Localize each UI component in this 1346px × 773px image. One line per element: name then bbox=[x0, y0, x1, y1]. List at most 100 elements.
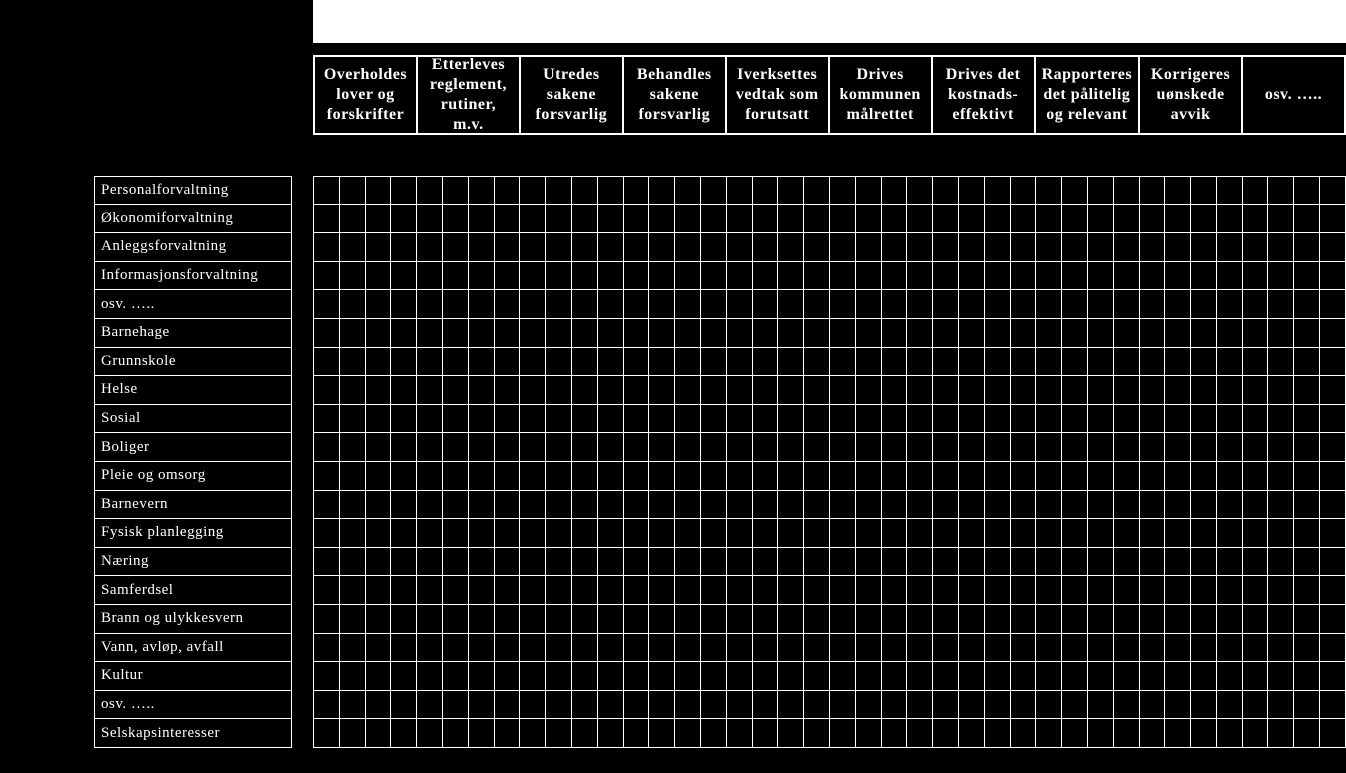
grid-cell bbox=[1036, 376, 1062, 405]
grid-cell bbox=[1140, 691, 1166, 720]
grid-cell bbox=[778, 262, 804, 291]
grid-cell bbox=[727, 376, 753, 405]
grid-cell bbox=[1088, 233, 1114, 262]
grid-cell bbox=[649, 576, 675, 605]
grid-cell bbox=[598, 376, 624, 405]
grid-cell bbox=[598, 319, 624, 348]
grid-cell bbox=[701, 348, 727, 377]
grid-cell bbox=[856, 634, 882, 663]
grid-cell bbox=[443, 290, 469, 319]
grid-cell bbox=[1243, 719, 1269, 748]
grid-cell bbox=[1036, 576, 1062, 605]
grid-cell bbox=[417, 348, 443, 377]
grid-cell bbox=[778, 290, 804, 319]
grid-cell bbox=[469, 719, 495, 748]
grid-cell bbox=[830, 491, 856, 520]
grid-cell bbox=[1268, 519, 1294, 548]
grid-cell bbox=[366, 576, 392, 605]
grid-cell bbox=[778, 662, 804, 691]
grid-cell bbox=[675, 233, 701, 262]
grid-cell bbox=[985, 519, 1011, 548]
grid-cell bbox=[727, 290, 753, 319]
grid-cell bbox=[1140, 433, 1166, 462]
grid-cell bbox=[598, 719, 624, 748]
grid-cell bbox=[598, 176, 624, 205]
grid-cell bbox=[598, 519, 624, 548]
grid-cell bbox=[778, 433, 804, 462]
grid-cell bbox=[1191, 634, 1217, 663]
grid-cell bbox=[1191, 548, 1217, 577]
grid-cell bbox=[572, 233, 598, 262]
grid-cell bbox=[753, 605, 779, 634]
grid-cell bbox=[443, 376, 469, 405]
grid-cell bbox=[624, 233, 650, 262]
grid-cell bbox=[391, 405, 417, 434]
grid-cell bbox=[624, 319, 650, 348]
grid-cell bbox=[804, 205, 830, 234]
grid-row bbox=[313, 290, 1346, 319]
grid-cell bbox=[959, 262, 985, 291]
grid-cell bbox=[313, 348, 340, 377]
grid-cell bbox=[1243, 348, 1269, 377]
grid-cell bbox=[1140, 491, 1166, 520]
grid-cell bbox=[753, 462, 779, 491]
grid-cell bbox=[1320, 605, 1346, 634]
grid-cell bbox=[907, 605, 933, 634]
grid-cell bbox=[572, 205, 598, 234]
grid-cell bbox=[624, 519, 650, 548]
grid-cell bbox=[933, 233, 959, 262]
grid-cell bbox=[443, 319, 469, 348]
grid-cell bbox=[520, 290, 546, 319]
header-strip bbox=[313, 0, 1346, 43]
grid-cell bbox=[417, 290, 443, 319]
grid-cell bbox=[572, 662, 598, 691]
grid-cell bbox=[417, 576, 443, 605]
grid-cell bbox=[340, 376, 366, 405]
grid-cell bbox=[1140, 662, 1166, 691]
row-header: Helse bbox=[94, 376, 292, 405]
grid-cell bbox=[572, 262, 598, 291]
grid-cell bbox=[1088, 319, 1114, 348]
grid-cell bbox=[1243, 376, 1269, 405]
grid-cell bbox=[701, 691, 727, 720]
grid-cell bbox=[933, 719, 959, 748]
grid-cell bbox=[778, 576, 804, 605]
grid-cell bbox=[856, 519, 882, 548]
grid-cell bbox=[391, 290, 417, 319]
grid-cell bbox=[1062, 290, 1088, 319]
grid-cell bbox=[469, 634, 495, 663]
grid-cell bbox=[882, 262, 908, 291]
grid-cell bbox=[649, 262, 675, 291]
grid-cell bbox=[1217, 176, 1243, 205]
grid-cell bbox=[1140, 405, 1166, 434]
grid-cell bbox=[727, 233, 753, 262]
grid-cell bbox=[520, 634, 546, 663]
grid-cell bbox=[882, 348, 908, 377]
grid-cell bbox=[340, 576, 366, 605]
grid-cell bbox=[520, 491, 546, 520]
grid-cell bbox=[1011, 462, 1037, 491]
grid-cell bbox=[1062, 548, 1088, 577]
row-header: Næring bbox=[94, 548, 292, 577]
row-header: Pleie og omsorg bbox=[94, 462, 292, 491]
grid-cell bbox=[727, 348, 753, 377]
grid-cell bbox=[1243, 519, 1269, 548]
grid-cell bbox=[804, 262, 830, 291]
row-header: Grunnskole bbox=[94, 348, 292, 377]
grid-cell bbox=[417, 634, 443, 663]
grid-cell bbox=[1165, 719, 1191, 748]
grid-cell bbox=[907, 262, 933, 291]
grid-cell bbox=[1243, 205, 1269, 234]
grid-cell bbox=[469, 262, 495, 291]
grid-cell bbox=[598, 576, 624, 605]
grid-cell bbox=[701, 519, 727, 548]
grid-cell bbox=[778, 634, 804, 663]
grid-cell bbox=[675, 348, 701, 377]
grid-cell bbox=[340, 433, 366, 462]
grid-cell bbox=[830, 691, 856, 720]
grid-cell bbox=[675, 491, 701, 520]
grid-cell bbox=[1011, 576, 1037, 605]
grid-cell bbox=[1140, 233, 1166, 262]
grid-cell bbox=[520, 719, 546, 748]
grid-cell bbox=[366, 519, 392, 548]
